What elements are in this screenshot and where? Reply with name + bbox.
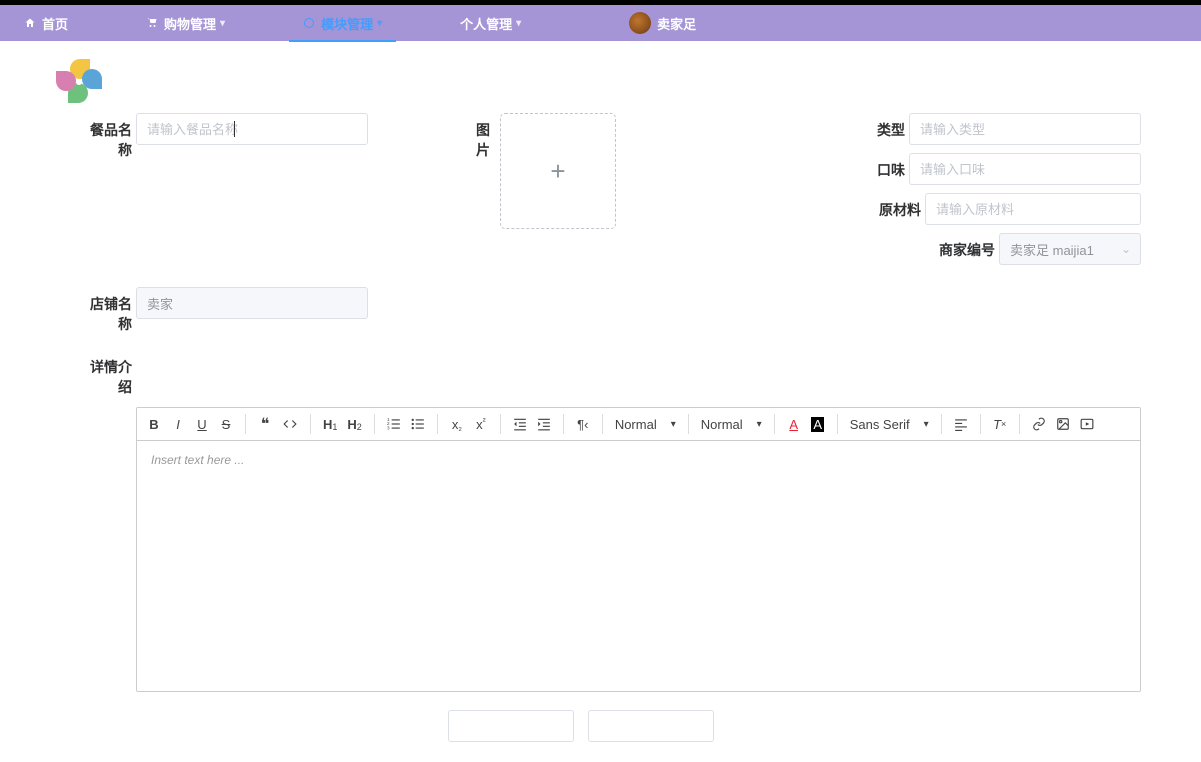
editor-placeholder: Insert text here ... — [151, 453, 244, 467]
outdent-button[interactable] — [513, 415, 527, 433]
type-label: 类型 — [869, 113, 909, 140]
chevron-down-icon: ▾ — [671, 419, 676, 430]
nav-module[interactable]: 模块管理 ▾ — [289, 5, 396, 41]
image-upload[interactable]: + — [500, 113, 616, 229]
nav-personal[interactable]: 个人管理 ▾ — [446, 5, 535, 41]
image-button[interactable] — [1056, 415, 1070, 433]
seller-id-label: 商家编号 — [929, 233, 999, 260]
name-input[interactable] — [136, 113, 368, 145]
bullet-list-button[interactable] — [411, 415, 425, 433]
h2-button[interactable]: H2 — [347, 415, 361, 433]
image-label: 图片 — [464, 113, 494, 160]
size-select[interactable]: Normal ▾ — [615, 417, 676, 432]
font-select-label: Sans Serif — [850, 417, 910, 432]
clear-format-button[interactable]: T× — [993, 415, 1007, 433]
italic-button[interactable]: I — [171, 415, 185, 433]
shop-name-label: 店铺名称 — [80, 287, 136, 334]
chevron-down-icon: ▾ — [924, 419, 929, 430]
type-input[interactable] — [909, 113, 1141, 145]
material-input[interactable] — [925, 193, 1141, 225]
nav-shopping[interactable]: 购物管理 ▾ — [132, 5, 239, 41]
detail-label: 详情介绍 — [80, 350, 136, 397]
text-color-button[interactable]: A — [787, 415, 801, 433]
name-label: 餐品名称 — [80, 113, 136, 160]
superscript-button[interactable]: x² — [474, 415, 488, 433]
bold-button[interactable]: B — [147, 415, 161, 433]
svg-text:3: 3 — [387, 425, 390, 430]
nav-home[interactable]: 首页 — [10, 5, 82, 41]
code-block-button[interactable] — [282, 415, 298, 433]
navbar: 首页 购物管理 ▾ 模块管理 ▾ 个人管理 ▾ 卖家足 — [0, 5, 1201, 41]
blockquote-button[interactable]: ❝ — [258, 415, 272, 433]
editor-toolbar: B I U S ❝ H1 H2 123 — [136, 407, 1141, 440]
avatar — [629, 12, 651, 34]
direction-button[interactable]: ¶‹ — [576, 415, 590, 433]
subscript-button[interactable]: x₂ — [450, 415, 464, 433]
ordered-list-button[interactable]: 123 — [387, 415, 401, 433]
bg-color-button[interactable]: A — [811, 415, 825, 433]
seller-id-select[interactable] — [999, 233, 1141, 265]
form-content: 餐品名称 图片 + 类型 口味 原材料 — [0, 41, 1201, 762]
nav-shopping-label: 购物管理 — [164, 14, 216, 33]
logo — [56, 59, 1141, 105]
action-button-1[interactable] — [448, 710, 574, 742]
size-select-label: Normal — [615, 417, 657, 432]
align-button[interactable] — [954, 415, 968, 433]
link-button[interactable] — [1032, 415, 1046, 433]
text-cursor — [234, 121, 235, 137]
nav-seller[interactable]: 卖家足 — [615, 5, 710, 41]
strike-button[interactable]: S — [219, 415, 233, 433]
rich-text-editor: B I U S ❝ H1 H2 123 — [136, 407, 1141, 692]
nav-module-label: 模块管理 — [321, 14, 373, 33]
flavor-input[interactable] — [909, 153, 1141, 185]
cart-icon — [146, 17, 158, 29]
chevron-down-icon: ▾ — [757, 419, 762, 430]
shop-name-input[interactable] — [136, 287, 368, 319]
module-icon — [303, 17, 315, 29]
underline-button[interactable]: U — [195, 415, 209, 433]
flavor-label: 口味 — [869, 153, 909, 180]
video-button[interactable] — [1080, 415, 1094, 433]
home-icon — [24, 17, 36, 29]
action-button-2[interactable] — [588, 710, 714, 742]
nav-seller-label: 卖家足 — [657, 14, 696, 33]
header-select[interactable]: Normal ▾ — [701, 417, 762, 432]
nav-home-label: 首页 — [42, 14, 68, 33]
indent-button[interactable] — [537, 415, 551, 433]
nav-personal-label: 个人管理 — [460, 14, 512, 33]
plus-icon: + — [550, 156, 565, 187]
material-label: 原材料 — [869, 193, 925, 220]
font-select[interactable]: Sans Serif ▾ — [850, 417, 929, 432]
chevron-down-icon: ▾ — [220, 18, 225, 29]
editor-content[interactable]: Insert text here ... — [136, 440, 1141, 692]
chevron-down-icon: ▾ — [516, 18, 521, 29]
h1-button[interactable]: H1 — [323, 415, 337, 433]
header-select-label: Normal — [701, 417, 743, 432]
chevron-down-icon: ▾ — [377, 18, 382, 29]
